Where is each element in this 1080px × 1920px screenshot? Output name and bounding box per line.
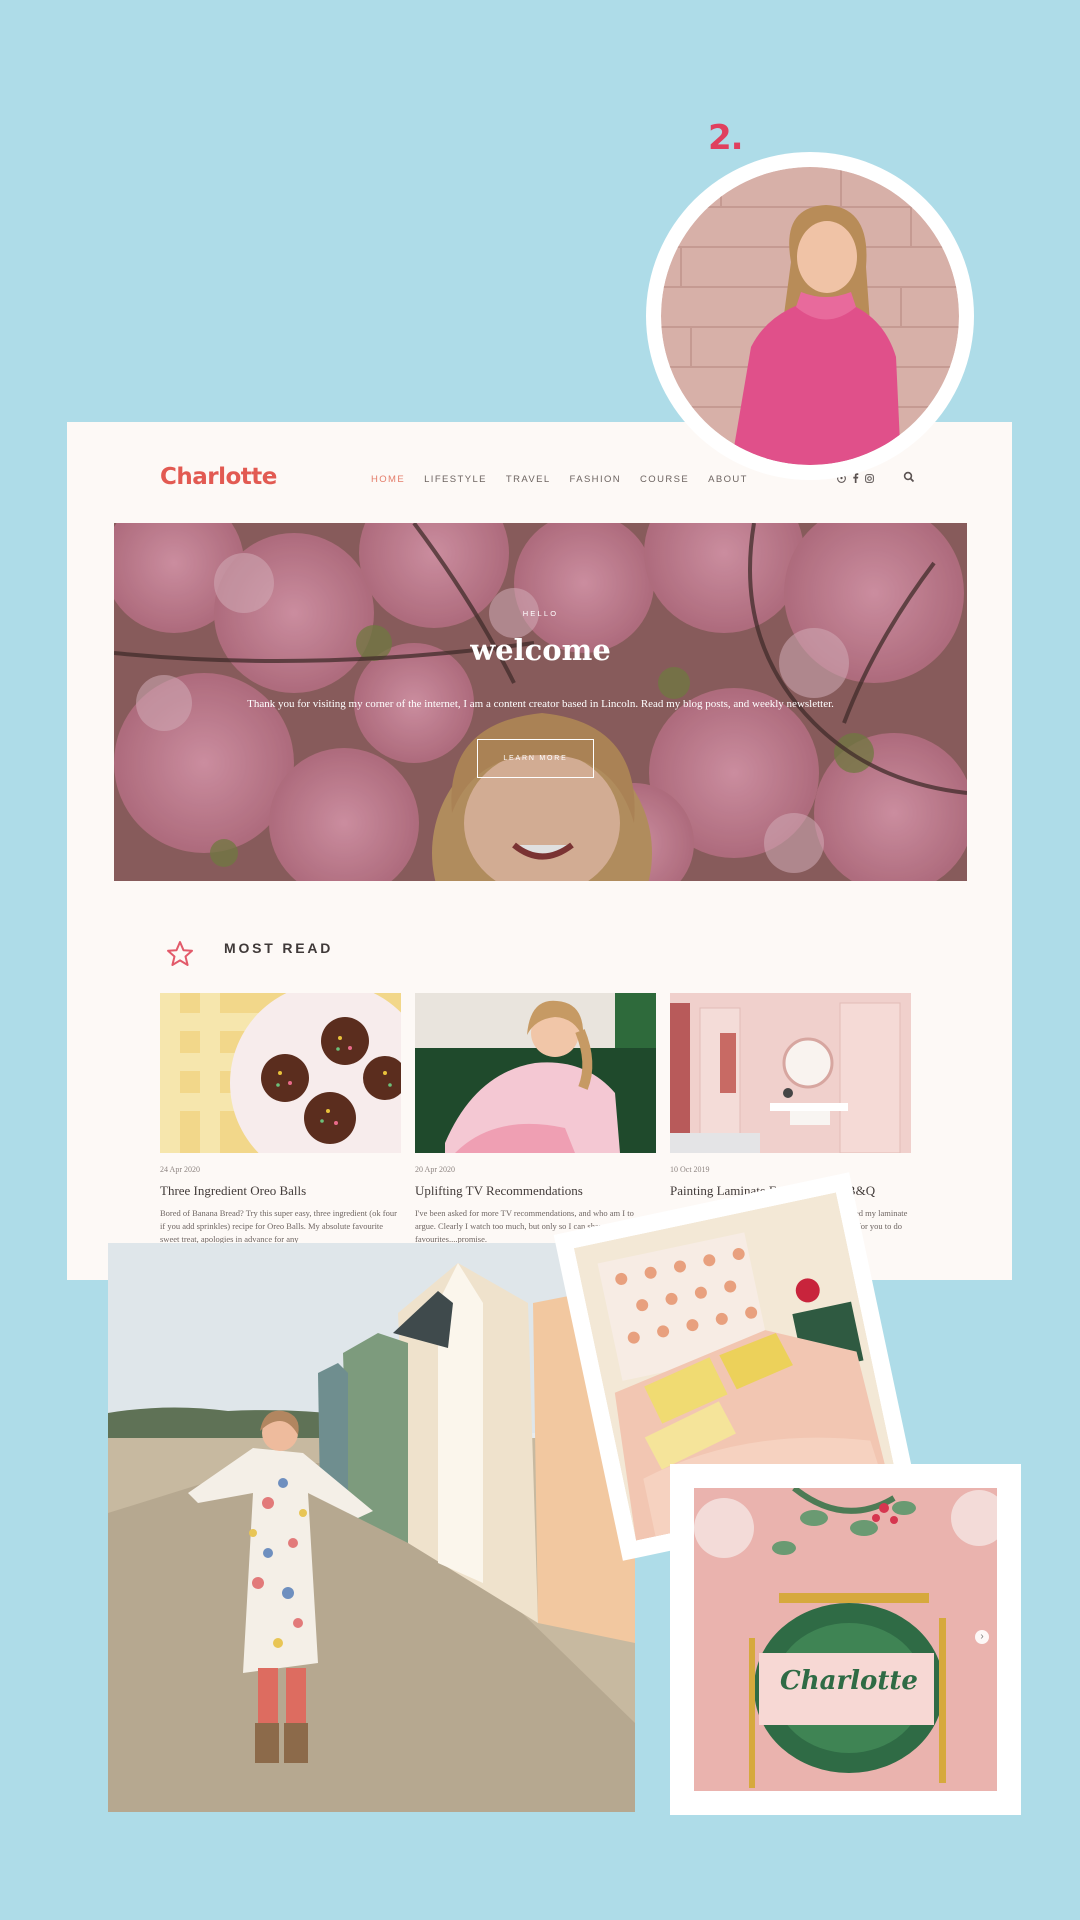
post-thumbnail[interactable] — [670, 993, 911, 1153]
main-menu: HOME LIFESTYLE TRAVEL FASHION COURSE ABO… — [371, 474, 767, 485]
post-date: 10 Oct 2019 — [670, 1165, 710, 1174]
post-thumbnail[interactable] — [415, 993, 656, 1153]
hero-subtitle: Thank you for visiting my corner of the … — [247, 698, 834, 710]
star-icon — [167, 941, 193, 966]
post-thumbnail[interactable] — [160, 993, 401, 1153]
learn-more-button[interactable]: LEARN MORE — [477, 739, 594, 778]
nav-item-course[interactable]: COURSE — [640, 474, 689, 485]
nav-item-home[interactable]: HOME — [371, 474, 405, 485]
post-card[interactable]: 20 Apr 2020 Uplifting TV Recommendations… — [415, 993, 656, 1246]
most-read-heading: MOST READ — [224, 940, 334, 956]
facebook-icon[interactable] — [852, 473, 859, 486]
post-excerpt: Bored of Banana Bread? Try this super ea… — [160, 1208, 397, 1244]
post-title[interactable]: Three Ingredient Oreo Balls — [160, 1183, 401, 1199]
table-setting-photo: Charlotte › — [670, 1464, 1021, 1815]
post-card[interactable]: 24 Apr 2020 Three Ingredient Oreo Balls … — [160, 993, 401, 1246]
post-date: 20 Apr 2020 — [415, 1165, 455, 1174]
chevron-right-icon[interactable]: › — [975, 1630, 989, 1644]
hero-eyebrow: HELLO — [522, 609, 559, 618]
hero-title: welcome — [470, 633, 611, 667]
nav-item-lifestyle[interactable]: LIFESTYLE — [424, 474, 487, 485]
post-date: 24 Apr 2020 — [160, 1165, 200, 1174]
search-icon[interactable] — [903, 471, 915, 483]
instagram-icon[interactable] — [865, 473, 874, 486]
avatar-photo — [646, 152, 974, 480]
nav-item-fashion[interactable]: FASHION — [570, 474, 622, 485]
site-logo[interactable]: Charlotte — [160, 464, 277, 490]
place-card-text: Charlotte — [780, 1666, 918, 1696]
website-mockup: Charlotte HOME LIFESTYLE TRAVEL FASHION … — [67, 422, 1012, 1280]
post-title[interactable]: Uplifting TV Recommendations — [415, 1183, 656, 1199]
hero-banner: HELLO welcome Thank you for visiting my … — [114, 523, 967, 881]
step-number: 2. — [708, 118, 744, 158]
beach-huts-photo — [108, 1243, 635, 1812]
nav-item-about[interactable]: ABOUT — [708, 474, 748, 485]
nav-item-travel[interactable]: TRAVEL — [506, 474, 551, 485]
